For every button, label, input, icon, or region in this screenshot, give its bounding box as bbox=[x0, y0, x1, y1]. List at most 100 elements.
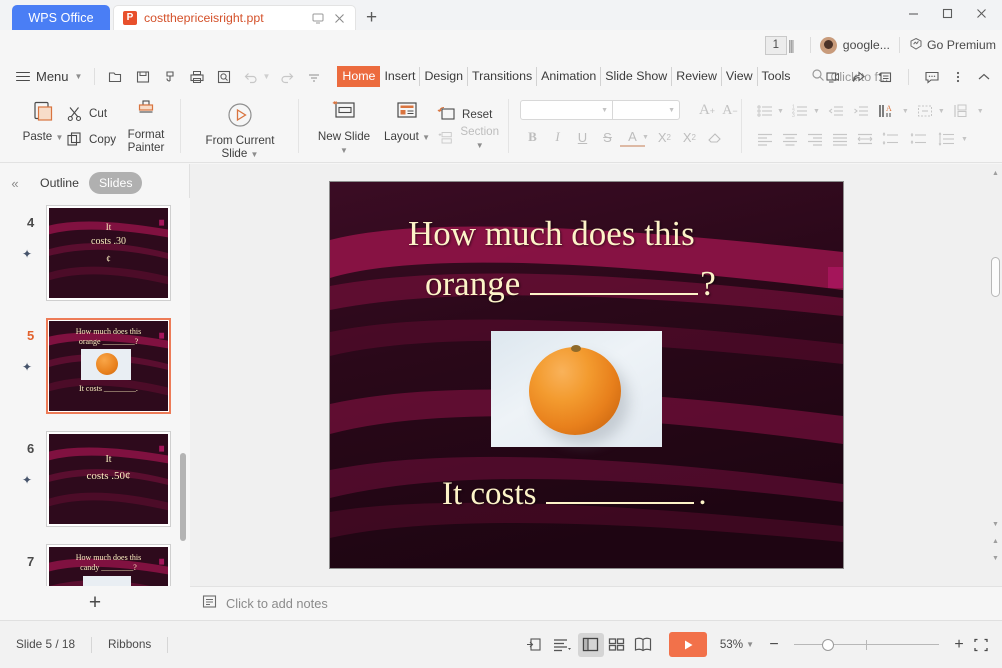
list-item[interactable]: 6 ✦ It costs .50¢ bbox=[0, 429, 190, 542]
main-scrollbar-thumb[interactable] bbox=[991, 257, 1000, 297]
slide-thumbnail-selected[interactable]: How much does this orange ________? It c… bbox=[46, 318, 171, 414]
open-docs-badge[interactable]: 1 bbox=[764, 35, 787, 55]
undo-icon bbox=[239, 66, 263, 88]
paste-button[interactable]: Paste ▼ bbox=[22, 99, 64, 143]
layout-button[interactable]: Layout ▼ bbox=[381, 99, 433, 143]
share-icon[interactable] bbox=[847, 66, 871, 88]
tab-review[interactable]: Review bbox=[672, 67, 722, 86]
panel-tab-slides[interactable]: Slides bbox=[88, 172, 143, 194]
chevron-down-icon: ▼ bbox=[475, 141, 484, 150]
undo-dropdown-icon: ▼ bbox=[262, 72, 271, 81]
panel-tab-outline[interactable]: Outline bbox=[30, 172, 89, 194]
next-slide-icon[interactable]: ▲ bbox=[990, 538, 1001, 545]
orange-image[interactable] bbox=[491, 331, 662, 447]
go-premium-button[interactable]: Go Premium bbox=[909, 37, 996, 54]
print-icon[interactable] bbox=[185, 66, 209, 88]
customize-toolbar-icon[interactable] bbox=[302, 66, 326, 88]
collapse-ribbon-icon[interactable] bbox=[972, 66, 996, 88]
avatar[interactable] bbox=[819, 36, 837, 54]
comment-icon[interactable] bbox=[920, 66, 944, 88]
screen-record-icon[interactable] bbox=[821, 66, 845, 88]
close-icon[interactable] bbox=[332, 11, 347, 26]
add-note-icon[interactable] bbox=[873, 66, 897, 88]
add-slide-button[interactable]: + bbox=[0, 586, 190, 620]
paste-label: Paste ▼ bbox=[22, 130, 64, 143]
current-slide[interactable]: How much does this orange ? It costs . bbox=[330, 182, 843, 568]
font-name-input[interactable]: ▼ bbox=[521, 101, 613, 119]
zoom-slider[interactable] bbox=[794, 638, 939, 652]
slide-sorter-icon[interactable] bbox=[604, 633, 630, 657]
copy-button[interactable]: Copy bbox=[66, 126, 116, 152]
slide-title-line2[interactable]: orange ? bbox=[425, 264, 716, 304]
from-current-slide-button[interactable]: From Current Slide ▼ bbox=[196, 101, 284, 160]
slide-editing-area[interactable]: How much does this orange ? It costs . ▲ bbox=[190, 164, 1002, 586]
reading-view-icon[interactable] bbox=[630, 633, 656, 657]
slide-thumbnail[interactable]: It costs .50¢ bbox=[46, 431, 171, 527]
chevron-down-icon: ▼ bbox=[937, 107, 945, 115]
maximize-icon[interactable] bbox=[930, 2, 964, 24]
minimize-icon[interactable] bbox=[896, 2, 930, 24]
slide-thumbnail[interactable]: How much does this candy ________? bbox=[46, 544, 171, 586]
thumb-image bbox=[81, 349, 131, 380]
tab-slide-show[interactable]: Slide Show bbox=[601, 67, 673, 86]
chevron-down-icon: ▼ bbox=[74, 72, 83, 81]
reset-button[interactable]: Reset bbox=[437, 102, 501, 126]
zoom-out-button[interactable]: − bbox=[763, 634, 785, 656]
account-name[interactable]: google... bbox=[843, 38, 890, 52]
font-size-input[interactable]: ▼ bbox=[613, 101, 679, 119]
collapse-panel-button[interactable]: « bbox=[0, 176, 30, 191]
new-slide-button[interactable]: New Slide ▼ bbox=[313, 99, 375, 156]
zoom-level[interactable]: 53% bbox=[720, 638, 743, 651]
slide-body-text[interactable]: It costs . bbox=[442, 476, 707, 513]
fit-icon[interactable] bbox=[970, 634, 992, 656]
tab-design[interactable]: Design bbox=[420, 67, 469, 86]
list-item[interactable]: 5 ✦ How much does this orange ________? bbox=[0, 316, 190, 429]
list-item[interactable]: 7 ✦ How much does this candy ________? bbox=[0, 542, 190, 586]
chevron-down-icon[interactable]: ▼ bbox=[746, 640, 754, 649]
slide-title-line1[interactable]: How much does this bbox=[408, 214, 695, 254]
previous-slide-icon[interactable]: ▼ bbox=[990, 521, 1001, 528]
notes-pane[interactable]: Click to add notes bbox=[190, 586, 1002, 620]
thumb-image bbox=[83, 576, 131, 586]
new-tab-button[interactable]: + bbox=[366, 8, 377, 27]
cut-button[interactable]: Cut bbox=[66, 100, 116, 126]
scroll-up-icon[interactable]: ▲ bbox=[990, 170, 1001, 177]
print-preview-icon[interactable] bbox=[212, 66, 236, 88]
font-group: ▼ ▼ B I U S A ▼ X2 X2 A + A − bbox=[520, 99, 742, 171]
list-item[interactable]: 4 ✦ It costs .30 ¢ bbox=[0, 203, 190, 316]
slide-thumbnail-list[interactable]: 4 ✦ It costs .30 ¢ 5 ✦ How much does thi… bbox=[0, 198, 190, 586]
monitor-icon[interactable] bbox=[310, 11, 325, 26]
save-icon[interactable] bbox=[131, 66, 155, 88]
slide-number: 7 bbox=[27, 554, 35, 569]
close-window-icon[interactable] bbox=[964, 2, 998, 24]
normal-view-icon[interactable] bbox=[577, 632, 604, 657]
outline-view-icon[interactable] bbox=[548, 633, 578, 657]
slide-thumbnail[interactable]: It costs .30 ¢ bbox=[46, 205, 171, 301]
save-as-icon[interactable] bbox=[158, 66, 182, 88]
tab-insert[interactable]: Insert bbox=[380, 67, 421, 86]
wps-office-button[interactable]: WPS Office bbox=[12, 5, 110, 30]
format-painter-button[interactable]: Format Painter bbox=[120, 99, 172, 154]
play-button[interactable] bbox=[668, 632, 707, 657]
tab-view[interactable]: View bbox=[722, 67, 758, 86]
main-scrollbar[interactable]: ▲ ▼ ▲ ▼ bbox=[990, 166, 1001, 584]
tab-animation[interactable]: Animation bbox=[537, 67, 602, 86]
tab-tools[interactable]: Tools bbox=[758, 67, 795, 85]
document-tab[interactable]: P costthepriceisright.ppt bbox=[113, 5, 356, 30]
fit-slide-icon[interactable] bbox=[522, 633, 548, 657]
panel-scrollbar-thumb[interactable] bbox=[180, 453, 186, 541]
section-button: Section ▼ bbox=[437, 125, 501, 150]
slide-panel-header: « Outline Slides bbox=[0, 164, 190, 202]
tab-home[interactable]: Home bbox=[337, 66, 381, 87]
more-icon[interactable] bbox=[946, 66, 970, 88]
zoom-in-button[interactable]: + bbox=[948, 634, 970, 656]
tab-transitions[interactable]: Transitions bbox=[468, 67, 538, 86]
open-icon[interactable] bbox=[104, 66, 128, 88]
slide-counter[interactable]: Slide 5 / 18 bbox=[0, 638, 91, 651]
clear-format-button bbox=[702, 126, 727, 148]
scroll-down-icon[interactable]: ▼ bbox=[990, 555, 1001, 562]
zoom-knob[interactable] bbox=[822, 638, 834, 651]
ribbons-mode[interactable]: Ribbons bbox=[92, 638, 167, 651]
thumb-line: orange ________? bbox=[78, 337, 139, 346]
menu-button[interactable]: Menu ▼ bbox=[16, 69, 82, 84]
